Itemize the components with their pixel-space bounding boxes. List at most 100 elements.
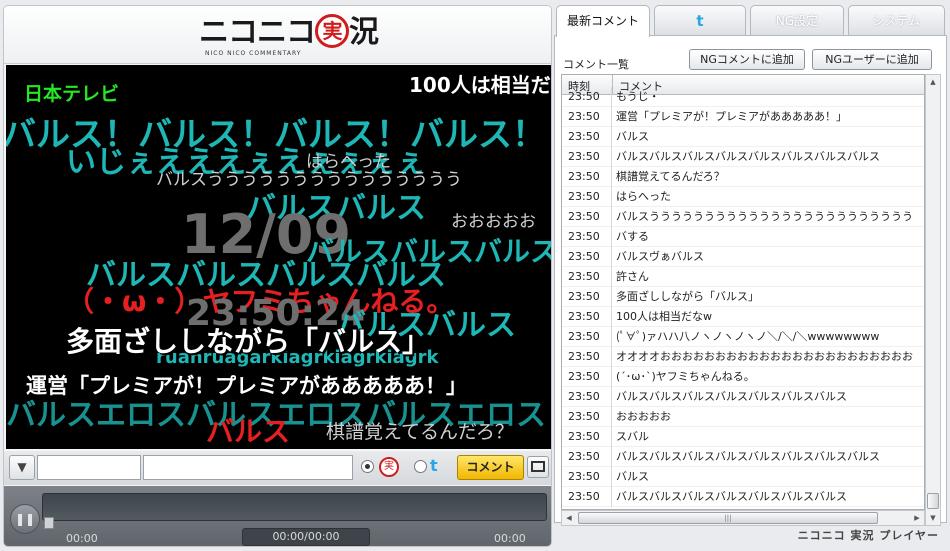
scroll-right-icon[interactable]: ▶: [910, 511, 924, 525]
scroll-up-icon[interactable]: ▲: [926, 75, 940, 89]
screen-toggle-icon[interactable]: [527, 456, 549, 478]
table-row[interactable]: 23:50 棋譜覚えてるんだろ？: [562, 167, 924, 187]
seek-bar-track[interactable]: [42, 493, 547, 521]
table-row[interactable]: 23:50 もうじ・: [562, 87, 924, 107]
row-comment: もうじ・: [616, 90, 660, 103]
command-input[interactable]: [37, 455, 141, 480]
row-time: 23:50: [562, 427, 612, 447]
radio-niconico[interactable]: [361, 460, 374, 473]
jitsu-mark-icon: 実: [315, 14, 349, 48]
twitter-icon: t: [696, 12, 704, 30]
row-time: 23:50: [562, 447, 612, 467]
logo-text: ニコニコ: [199, 15, 316, 50]
horizontal-scrollbar[interactable]: ◀ ||| ▶: [561, 510, 925, 526]
time-display: 00:00/00:00: [242, 528, 370, 546]
tab-ng-settings[interactable]: NG設定: [750, 5, 844, 35]
table-row[interactable]: 23:50 バルスうううううううううううううううううううううううう: [562, 207, 924, 227]
table-row[interactable]: 23:50 バルスバルスバルスバルスバルスバルスバルス: [562, 487, 924, 507]
vertical-scroll-thumb[interactable]: [927, 493, 939, 509]
comment-submit-button[interactable]: コメント: [457, 455, 524, 480]
table-body: 23:50 もうじ・ 23:50 運営「プレミアが！プレミアがあああああ！」 23:50…: [562, 87, 924, 507]
radio-twitter[interactable]: [414, 460, 427, 473]
row-time: 23:50: [562, 127, 612, 147]
row-comment: (ﾟ∀ﾟ)ァハハ八ノヽノヽノヽノ＼/＼/＼wwwwwwww: [616, 330, 880, 343]
row-time: 23:50: [562, 227, 612, 247]
row-time: 23:50: [562, 187, 612, 207]
row-time: 23:50: [562, 327, 612, 347]
row-time: 23:50: [562, 467, 612, 487]
twitter-icon: t: [430, 456, 438, 475]
pause-icon[interactable]: ❚❚: [10, 504, 40, 534]
table-row[interactable]: 23:50 おおおおお: [562, 407, 924, 427]
top-comment: 100人は相当だ: [409, 73, 551, 97]
row-time: 23:50: [562, 207, 612, 227]
table-row[interactable]: 23:50 バルスバルスバルスバルスバルスバルスバルス: [562, 387, 924, 407]
row-comment: (´･ω･`)ヤフミちゃんねる。: [616, 370, 755, 383]
row-comment: バルスバルスバルスバルスバルスバルスバルス: [616, 390, 847, 403]
seek-handle[interactable]: [44, 517, 54, 529]
row-time: 23:50: [562, 87, 612, 107]
row-comment: おおおおお: [616, 410, 671, 423]
table-row[interactable]: 23:50 バルスバルスバルスバルスバルスバルスバルスバルス: [562, 147, 924, 167]
tab-twitter[interactable]: t: [654, 5, 746, 35]
vertical-scrollbar[interactable]: ▲ ▼: [925, 74, 941, 526]
add-ng-user-button[interactable]: NGユーザーに追加: [812, 49, 932, 70]
table-row[interactable]: 23:50 バルス: [562, 127, 924, 147]
row-time: 23:50: [562, 407, 612, 427]
row-time: 23:50: [562, 487, 612, 507]
row-comment: スバル: [616, 430, 649, 443]
video-area[interactable]: 日本テレビ 100人は相当だ バルス！バルス！バルス！バルス！ いじぇえええぇえ…: [6, 65, 551, 449]
row-time: 23:50: [562, 147, 612, 167]
row-comment: 許さん: [616, 270, 649, 283]
row-comment: バルス: [616, 130, 649, 143]
table-row[interactable]: 23:50 100人は相当だなw: [562, 307, 924, 327]
table-row[interactable]: 23:50 バルスヴぁバルス: [562, 247, 924, 267]
niconico-jikkyo-logo: ニコニコ実況 NICO NICO COMMENTARY: [199, 14, 379, 60]
table-row[interactable]: 23:50 はらへった: [562, 187, 924, 207]
table-row[interactable]: 23:50 バする: [562, 227, 924, 247]
table-row[interactable]: 23:50 多面ざししながら「バルス」: [562, 287, 924, 307]
row-comment: はらへった: [616, 190, 671, 203]
table-row[interactable]: 23:50 (ﾟ∀ﾟ)ァハハ八ノヽノヽノヽノ＼/＼/＼wwwwwwww: [562, 327, 924, 347]
horizontal-scroll-thumb[interactable]: |||: [578, 512, 878, 524]
row-comment: バルスバルスバルスバルスバルスバルスバルスバルス: [616, 150, 880, 163]
scroll-left-icon[interactable]: ◀: [562, 511, 576, 525]
row-time: 23:50: [562, 167, 612, 187]
logo-subtitle: NICO NICO COMMENTARY: [205, 50, 302, 57]
dropdown-toggle-icon[interactable]: ▼: [9, 455, 35, 480]
overlay-comment: おおおおお: [451, 212, 536, 232]
table-row[interactable]: 23:50 (´･ω･`)ヤフミちゃんねる。: [562, 367, 924, 387]
overlay-comment: バルス: [206, 415, 291, 448]
row-time: 23:50: [562, 307, 612, 327]
table-row[interactable]: 23:50 運営「プレミアが！プレミアがあああああ！」: [562, 107, 924, 127]
overlay-comment: 多面ざししながら「バルス」: [66, 325, 431, 358]
row-comment: バルスバルスバルスバルスバルスバルスバルスバルス: [616, 450, 880, 463]
row-time: 23:50: [562, 287, 612, 307]
time-current: 00:00: [66, 532, 98, 545]
channel-name: 日本テレビ: [24, 83, 120, 105]
row-comment: バルスうううううううううううううううううううううううう: [616, 210, 913, 223]
row-comment: バする: [616, 230, 649, 243]
time-end: 00:00: [494, 532, 526, 545]
table-row[interactable]: 23:50 スバル: [562, 427, 924, 447]
row-comment: 運営「プレミアが！プレミアがあああああ！」: [616, 110, 847, 123]
logo-text-tail: 況: [349, 15, 379, 50]
table-row[interactable]: 23:50 オオオオおおおおおおおおおおおおおおおおおおおおおおお: [562, 347, 924, 367]
seek-area: ❚❚ 00:00 00:00/00:00 00:00: [4, 486, 551, 546]
comment-input[interactable]: [143, 455, 353, 480]
row-comment: バルス: [616, 470, 649, 483]
table-row[interactable]: 23:50 バルスバルスバルスバルスバルスバルスバルスバルス: [562, 447, 924, 467]
jitsu-icon: 実: [379, 457, 399, 477]
row-comment: オオオオおおおおおおおおおおおおおおおおおおおおおおお: [616, 350, 913, 363]
table-row[interactable]: 23:50 許さん: [562, 267, 924, 287]
scroll-down-icon[interactable]: ▼: [926, 511, 940, 525]
row-time: 23:50: [562, 387, 612, 407]
table-row[interactable]: 23:50 バルス: [562, 467, 924, 487]
comment-controls: ▼ 実 t コメント: [4, 451, 551, 485]
tab-system[interactable]: システム: [848, 5, 945, 35]
add-ng-comment-button[interactable]: NGコメントに追加: [689, 49, 805, 70]
row-time: 23:50: [562, 367, 612, 387]
tab-latest-comments[interactable]: 最新コメント: [556, 5, 650, 37]
row-comment: バルスバルスバルスバルスバルスバルスバルス: [616, 490, 847, 503]
row-time: 23:50: [562, 247, 612, 267]
